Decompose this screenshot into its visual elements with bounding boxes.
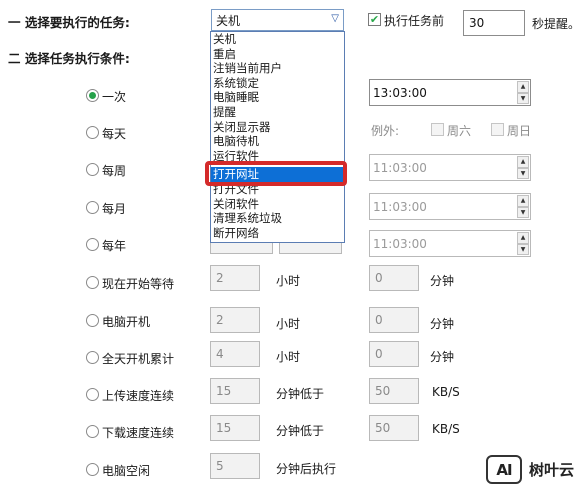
upload-speed-input[interactable]: 50 bbox=[369, 378, 419, 404]
task-option[interactable]: 清理系统垃圾 bbox=[211, 211, 344, 226]
boot-minutes-unit: 分钟 bbox=[430, 317, 455, 331]
task-select-value: 关机 bbox=[216, 13, 241, 28]
condition-radio[interactable] bbox=[86, 463, 99, 476]
wait-minutes-input[interactable]: 0 bbox=[369, 265, 419, 291]
saturday-checkbox[interactable] bbox=[431, 123, 444, 136]
condition-radio[interactable] bbox=[86, 201, 99, 214]
boot-minutes-input[interactable]: 0 bbox=[369, 307, 419, 333]
task-option[interactable]: 关闭显示器 bbox=[211, 120, 344, 135]
condition-label: 现在开始等待 bbox=[102, 277, 175, 291]
monthly-time-input[interactable]: 11:03:00 ▲ ▼ bbox=[369, 193, 531, 220]
task-select[interactable]: 关机 ▽ bbox=[211, 9, 344, 31]
remind-checkbox[interactable]: ✔ bbox=[368, 13, 381, 26]
condition-radio[interactable] bbox=[86, 276, 99, 289]
condition-radio[interactable] bbox=[86, 126, 99, 139]
upload-minutes-input[interactable]: 15 bbox=[210, 378, 260, 404]
section-task-title: 一 选择要执行的任务: bbox=[8, 15, 130, 30]
condition-label: 上传速度连续 bbox=[102, 389, 175, 403]
remind-seconds-input[interactable]: 30 bbox=[463, 10, 525, 36]
condition-radio[interactable] bbox=[86, 238, 99, 251]
upload-mid-label: 分钟低于 bbox=[276, 387, 325, 401]
allday-minutes-input[interactable]: 0 bbox=[369, 341, 419, 367]
allday-hours-unit: 小时 bbox=[276, 350, 301, 364]
chevron-down-icon[interactable]: ▽ bbox=[331, 13, 339, 24]
condition-radio[interactable] bbox=[86, 163, 99, 176]
yearly-time-input[interactable]: 11:03:00 ▲ ▼ bbox=[369, 230, 531, 257]
condition-label: 电脑开机 bbox=[102, 315, 151, 329]
task-option[interactable]: 关机 bbox=[211, 32, 344, 47]
boot-hours-input[interactable]: 2 bbox=[210, 307, 260, 333]
task-dropdown-list[interactable]: 关机 重启 注销当前用户 系统锁定 电脑睡眠 提醒 关闭显示器 电脑待机 运行软件 打开网址 打开文… bbox=[210, 31, 345, 243]
wait-hours-input[interactable]: 2 bbox=[210, 265, 260, 291]
idle-unit: 分钟后执行 bbox=[276, 462, 337, 476]
condition-label: 每月 bbox=[102, 202, 127, 216]
sunday-checkbox[interactable] bbox=[491, 123, 504, 136]
remind-label: 执行任务前 bbox=[384, 14, 445, 28]
yearly-time-value: 11:03:00 bbox=[373, 236, 427, 251]
remind-unit-label: 秒提醒。 bbox=[532, 17, 581, 31]
once-time-input[interactable]: 13:03:00 ▲ ▼ bbox=[369, 79, 531, 106]
download-unit: KB/S bbox=[432, 422, 460, 436]
wait-minutes-unit: 分钟 bbox=[430, 274, 455, 288]
task-option[interactable]: 关闭软件 bbox=[211, 197, 344, 212]
spin-up-icon[interactable]: ▲ bbox=[517, 81, 529, 93]
download-minutes-input[interactable]: 15 bbox=[210, 415, 260, 441]
spin-up-icon[interactable]: ▲ bbox=[517, 232, 529, 244]
download-mid-label: 分钟低于 bbox=[276, 424, 325, 438]
boot-hours-unit: 小时 bbox=[276, 317, 301, 331]
weekly-time-input[interactable]: 11:03:00 ▲ ▼ bbox=[369, 154, 531, 181]
condition-radio[interactable] bbox=[86, 314, 99, 327]
condition-radio[interactable] bbox=[86, 89, 99, 102]
task-option[interactable]: 注销当前用户 bbox=[211, 61, 344, 76]
allday-minutes-unit: 分钟 bbox=[430, 350, 455, 364]
idle-minutes-input[interactable]: 5 bbox=[210, 453, 260, 479]
spin-down-icon[interactable]: ▼ bbox=[517, 167, 529, 179]
watermark-logo-icon: AI bbox=[486, 455, 522, 484]
condition-label: 每周 bbox=[102, 164, 127, 178]
condition-label: 全天开机累计 bbox=[102, 352, 175, 366]
spin-down-icon[interactable]: ▼ bbox=[517, 243, 529, 255]
weekly-time-value: 11:03:00 bbox=[373, 160, 427, 175]
condition-label: 每天 bbox=[102, 127, 127, 141]
condition-label: 电脑空闲 bbox=[102, 464, 151, 478]
condition-label: 下载速度连续 bbox=[102, 426, 175, 440]
task-option[interactable]: 系统锁定 bbox=[211, 76, 344, 91]
saturday-label: 周六 bbox=[447, 124, 472, 138]
condition-label: 一次 bbox=[102, 90, 127, 104]
spin-down-icon[interactable]: ▼ bbox=[517, 92, 529, 104]
wait-hours-unit: 小时 bbox=[276, 274, 301, 288]
highlight-box bbox=[205, 161, 347, 186]
condition-radio[interactable] bbox=[86, 425, 99, 438]
task-option[interactable]: 断开网络 bbox=[211, 226, 344, 241]
watermark: AI 树叶云 bbox=[486, 455, 574, 484]
task-option[interactable]: 重启 bbox=[211, 47, 344, 62]
task-option[interactable]: 电脑待机 bbox=[211, 134, 344, 149]
download-speed-input[interactable]: 50 bbox=[369, 415, 419, 441]
allday-hours-input[interactable]: 4 bbox=[210, 341, 260, 367]
task-option[interactable]: 提醒 bbox=[211, 105, 344, 120]
sunday-label: 周日 bbox=[507, 124, 532, 138]
watermark-text: 树叶云 bbox=[529, 461, 575, 479]
exceptions-label: 例外: bbox=[371, 124, 400, 138]
task-option[interactable]: 电脑睡眠 bbox=[211, 90, 344, 105]
section-condition-title: 二 选择任务执行条件: bbox=[8, 51, 130, 66]
spin-up-icon[interactable]: ▲ bbox=[517, 195, 529, 207]
condition-radio[interactable] bbox=[86, 351, 99, 364]
once-time-value: 13:03:00 bbox=[373, 85, 427, 100]
condition-radio[interactable] bbox=[86, 388, 99, 401]
spin-up-icon[interactable]: ▲ bbox=[517, 156, 529, 168]
condition-label: 每年 bbox=[102, 239, 127, 253]
upload-unit: KB/S bbox=[432, 385, 460, 399]
spin-down-icon[interactable]: ▼ bbox=[517, 206, 529, 218]
monthly-time-value: 11:03:00 bbox=[373, 199, 427, 214]
